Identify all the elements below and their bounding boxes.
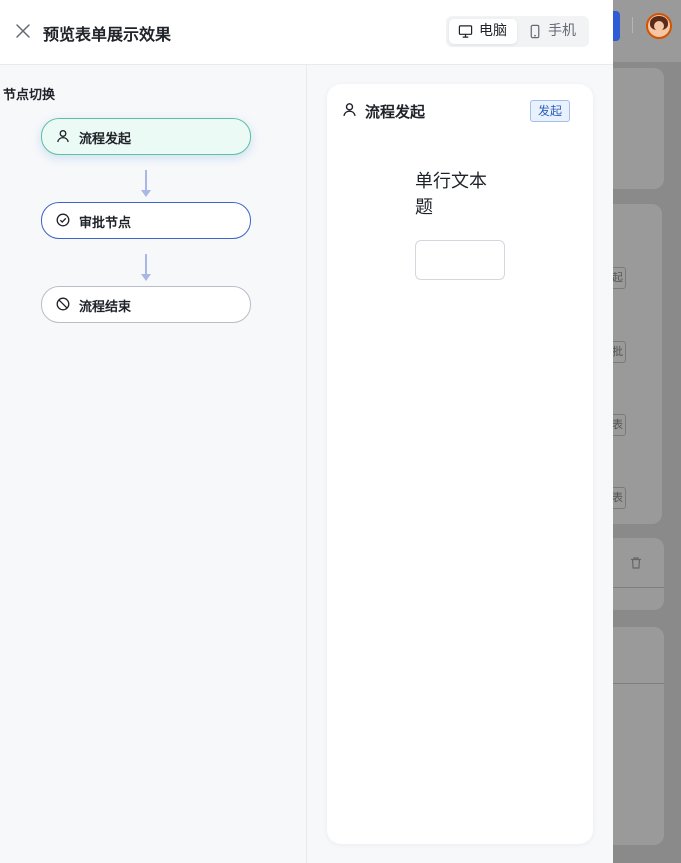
node-switch-panel: 节点切换 流程发起 审批节点 流程结束 (0, 65, 307, 863)
node-label: 流程发起 (79, 132, 132, 147)
node-approve[interactable]: 审批节点 (41, 202, 251, 239)
background-card (606, 627, 664, 845)
flow-arrow (141, 170, 151, 198)
mobile-view-label: 手机 (548, 23, 576, 39)
trash-icon (631, 557, 641, 569)
node-end[interactable]: 流程结束 (41, 286, 251, 323)
drawer-header: 预览表单展示效果 电脑 手机 (0, 0, 613, 65)
monitor-icon (458, 25, 473, 38)
ban-icon (56, 297, 70, 311)
flow-arrow (141, 254, 151, 282)
node-type-tag: 发起 (530, 100, 570, 122)
user-icon (57, 130, 69, 143)
preview-drawer: 预览表单展示效果 电脑 手机 节点切换 流程发起 审批节点 流程结束 流程发起 … (0, 0, 613, 863)
background-divider (632, 17, 633, 33)
background-card (606, 68, 664, 189)
desktop-view-button[interactable]: 电脑 (449, 19, 517, 44)
background-divider (606, 587, 664, 588)
check-circle-icon (56, 213, 70, 227)
single-line-text-input[interactable] (415, 240, 505, 280)
desktop-view-label: 电脑 (479, 23, 507, 39)
node-label: 流程结束 (79, 300, 132, 315)
preview-node-title: 流程发起 (365, 103, 426, 121)
user-icon (343, 103, 356, 117)
form-preview-panel: 流程发起 发起 单行文本题 (307, 65, 613, 863)
form-preview-card: 流程发起 发起 单行文本题 (327, 84, 593, 844)
node-switch-title: 节点切换 (3, 88, 56, 103)
node-label: 审批节点 (79, 216, 132, 231)
phone-icon (530, 24, 540, 39)
view-toggle: 电脑 手机 (446, 16, 589, 47)
mobile-view-button[interactable]: 手机 (518, 19, 586, 44)
background-card (606, 538, 664, 610)
field-label: 单行文本题 (415, 171, 487, 218)
avatar (646, 13, 672, 39)
node-start[interactable]: 流程发起 (41, 118, 251, 155)
background-card (606, 204, 662, 524)
background-divider (606, 683, 664, 684)
close-button[interactable] (14, 22, 32, 40)
close-icon (16, 24, 30, 38)
page-title: 预览表单展示效果 (43, 25, 172, 44)
